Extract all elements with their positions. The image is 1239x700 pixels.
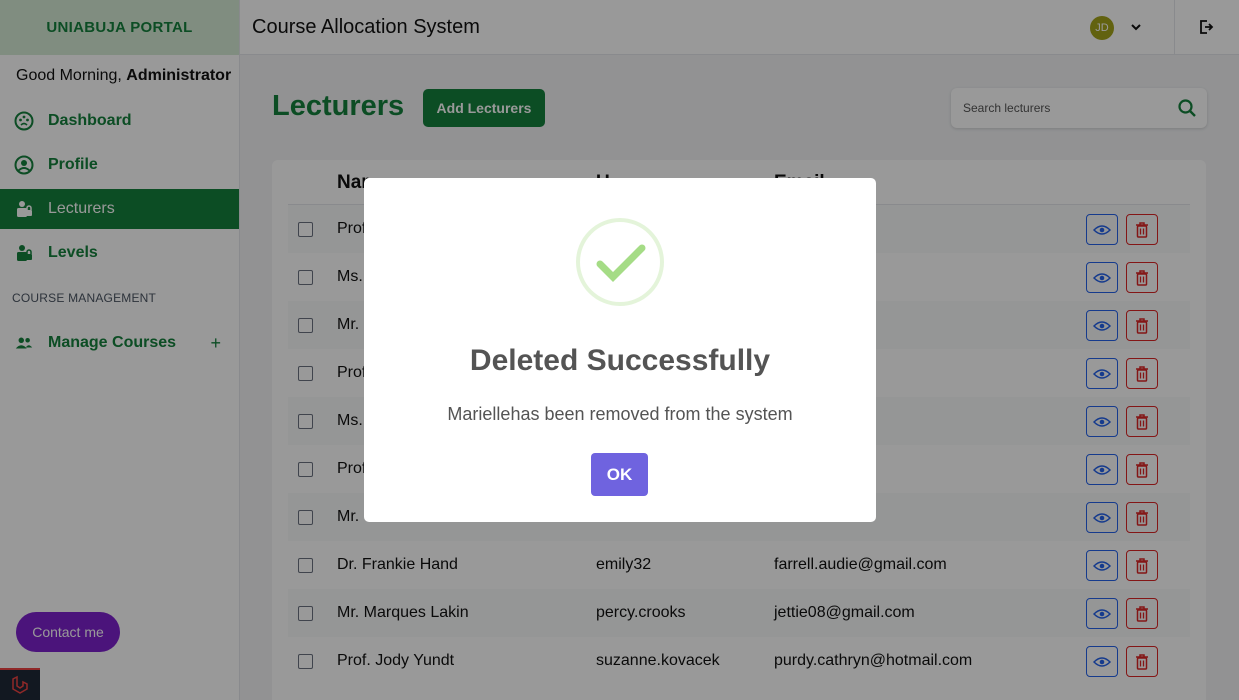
success-dialog: Deleted Successfully Mariellehas been re…: [364, 178, 876, 522]
success-check-icon: [576, 218, 664, 306]
dialog-message: Mariellehas been removed from the system: [447, 404, 793, 424]
ok-button[interactable]: OK: [591, 453, 648, 496]
dialog-title: Deleted Successfully: [469, 344, 771, 377]
